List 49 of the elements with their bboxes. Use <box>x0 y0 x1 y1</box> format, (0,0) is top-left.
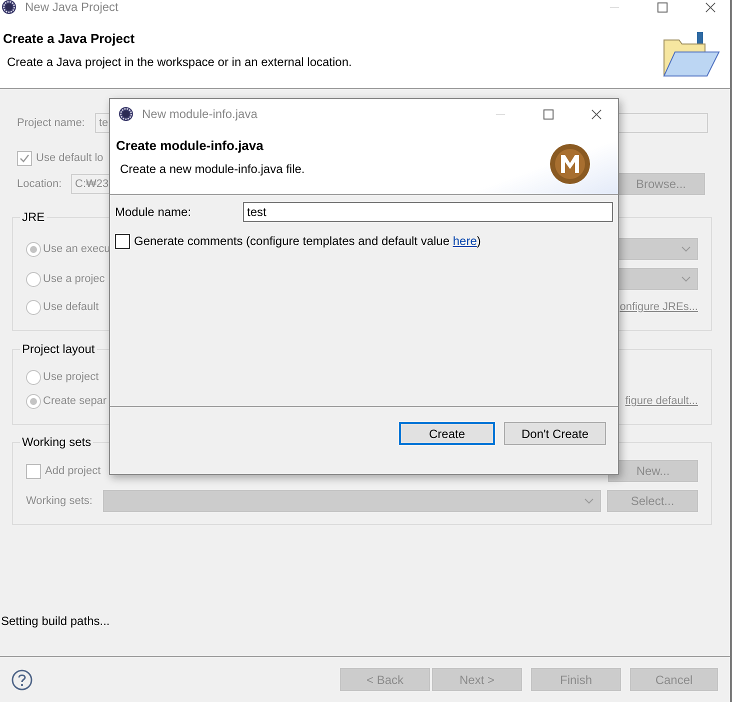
chevron-down-icon <box>584 498 594 504</box>
project-name-label: Project name: <box>17 117 86 129</box>
use-default-location-checkbox[interactable] <box>17 150 32 166</box>
jre-group-title: JRE <box>21 209 46 225</box>
chevron-down-icon <box>681 276 691 282</box>
help-icon[interactable] <box>11 668 33 690</box>
radio-label: Use project <box>43 371 99 383</box>
configure-jres-link[interactable]: onfigure JREs... <box>620 301 698 313</box>
window-title: New Java Project <box>25 0 118 14</box>
configure-default-link[interactable]: figure default... <box>625 395 698 407</box>
module-name-label: Module name: <box>115 205 192 219</box>
module-name-field[interactable]: test <box>243 202 613 222</box>
app-icon <box>1 0 17 15</box>
radio-label: Create separ <box>43 395 107 407</box>
radio-label: Use a projec <box>43 273 105 285</box>
working-sets-label: Working sets: <box>26 495 94 507</box>
radio-label: Use an execu <box>43 243 110 255</box>
close-icon[interactable] <box>591 108 602 120</box>
add-project-checkbox[interactable] <box>26 464 41 478</box>
add-project-label: Add project <box>45 465 101 477</box>
generate-comments-label: Generate comments (configure templates and default value here) <box>134 234 481 248</box>
location-label: Location: <box>17 178 63 190</box>
page-description: Create a Java project in the workspace or in an external location. <box>6 54 353 70</box>
dialog-button[interactable]: Don't Create <box>504 422 606 445</box>
generate-comments-checkbox[interactable] <box>115 234 130 248</box>
radio-button[interactable] <box>26 272 41 286</box>
radio-button[interactable] <box>26 242 41 256</box>
dialog-description: Create a new module-info.java file. <box>119 161 306 177</box>
radio-label: Use default <box>43 301 99 313</box>
here-link[interactable]: here <box>452 234 477 248</box>
use-default-location-label: Use default lo <box>36 152 104 164</box>
app-icon <box>118 106 134 122</box>
radio-button[interactable] <box>26 300 41 314</box>
page-title: Create a Java Project <box>3 31 136 47</box>
project-layout-group-title: Project layout <box>21 341 96 357</box>
dialog-heading: Create module-info.java <box>116 138 264 154</box>
radio-button[interactable] <box>26 370 41 384</box>
radio-button[interactable] <box>26 394 41 408</box>
chevron-down-icon <box>681 246 691 252</box>
working-sets-dropdown[interactable] <box>103 490 601 512</box>
close-icon[interactable] <box>705 2 716 12</box>
folder-icon <box>663 32 721 78</box>
maximize-icon[interactable] <box>543 108 554 120</box>
dialog-title: New module-info.java <box>142 107 258 121</box>
maximize-icon[interactable] <box>657 2 668 12</box>
m-logo-icon <box>549 143 591 185</box>
dialog-button[interactable]: Create <box>399 422 495 445</box>
working-sets-group-title: Working sets <box>21 434 92 450</box>
status-text: Setting build paths... <box>1 613 111 629</box>
